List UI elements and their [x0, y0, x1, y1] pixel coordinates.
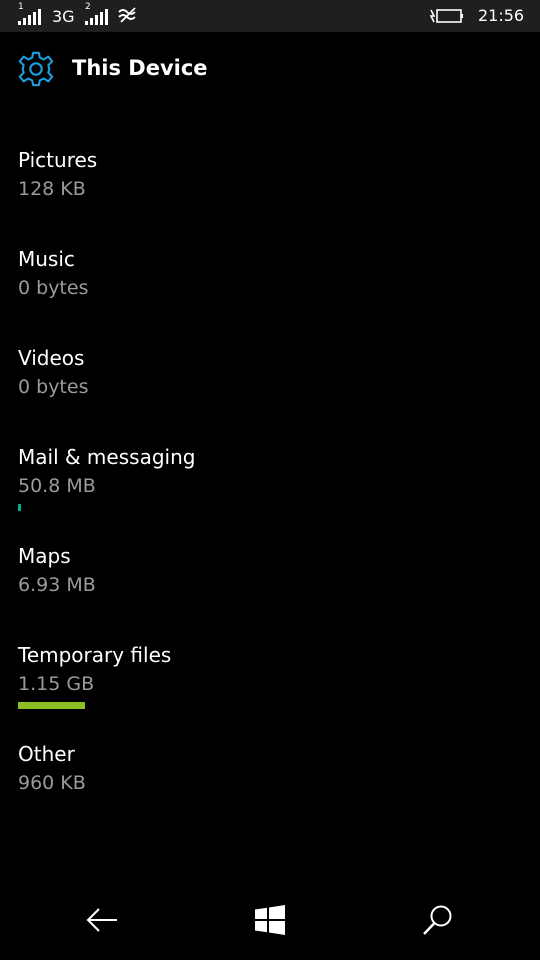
storage-item-label: Music — [18, 247, 75, 271]
navigation-bar — [0, 880, 540, 960]
storage-item-size: 1.15 GB — [18, 673, 95, 695]
storage-item-maps[interactable]: Maps 6.93 MB — [18, 543, 518, 623]
start-button[interactable] — [180, 880, 360, 960]
storage-item-label: Temporary files — [18, 643, 172, 667]
network-type: 3G — [52, 7, 75, 26]
storage-item-size: 0 bytes — [18, 376, 89, 398]
gear-icon — [18, 51, 54, 87]
storage-item-size: 0 bytes — [18, 277, 89, 299]
signal-strength-icon — [18, 9, 41, 25]
usage-bar-fill — [18, 702, 85, 709]
signal-strength-icon — [85, 9, 108, 25]
battery-charging-icon — [429, 9, 463, 23]
page-header: This Device — [0, 32, 540, 104]
back-button[interactable] — [12, 880, 192, 960]
windows-logo-icon — [255, 905, 285, 935]
storage-item-mail-messaging[interactable]: Mail & messaging 50.8 MB — [18, 444, 518, 524]
page-title: This Device — [72, 56, 208, 80]
clock: 21:56 — [478, 6, 525, 25]
storage-item-temporary-files[interactable]: Temporary files 1.15 GB — [18, 642, 518, 722]
storage-item-label: Maps — [18, 544, 71, 568]
back-arrow-icon — [86, 908, 117, 932]
usage-bar — [18, 702, 518, 709]
search-button[interactable] — [348, 880, 528, 960]
storage-item-label: Pictures — [18, 148, 98, 172]
storage-item-videos[interactable]: Videos 0 bytes — [18, 345, 518, 425]
storage-item-size: 960 KB — [18, 772, 86, 794]
storage-item-pictures[interactable]: Pictures 128 KB — [18, 147, 518, 227]
storage-item-label: Videos — [18, 346, 85, 370]
storage-item-other[interactable]: Other 960 KB — [18, 741, 518, 821]
wifi-icon — [118, 7, 136, 23]
storage-item-size: 6.93 MB — [18, 574, 96, 596]
usage-bar-fill — [18, 504, 21, 511]
status-bar: 1 3G 2 21:56 — [0, 0, 540, 32]
storage-item-label: Other — [18, 742, 75, 766]
usage-bar — [18, 504, 518, 511]
storage-item-size: 50.8 MB — [18, 475, 96, 497]
search-icon — [423, 905, 452, 935]
storage-item-size: 128 KB — [18, 178, 86, 200]
storage-item-label: Mail & messaging — [18, 445, 196, 469]
storage-item-music[interactable]: Music 0 bytes — [18, 246, 518, 326]
